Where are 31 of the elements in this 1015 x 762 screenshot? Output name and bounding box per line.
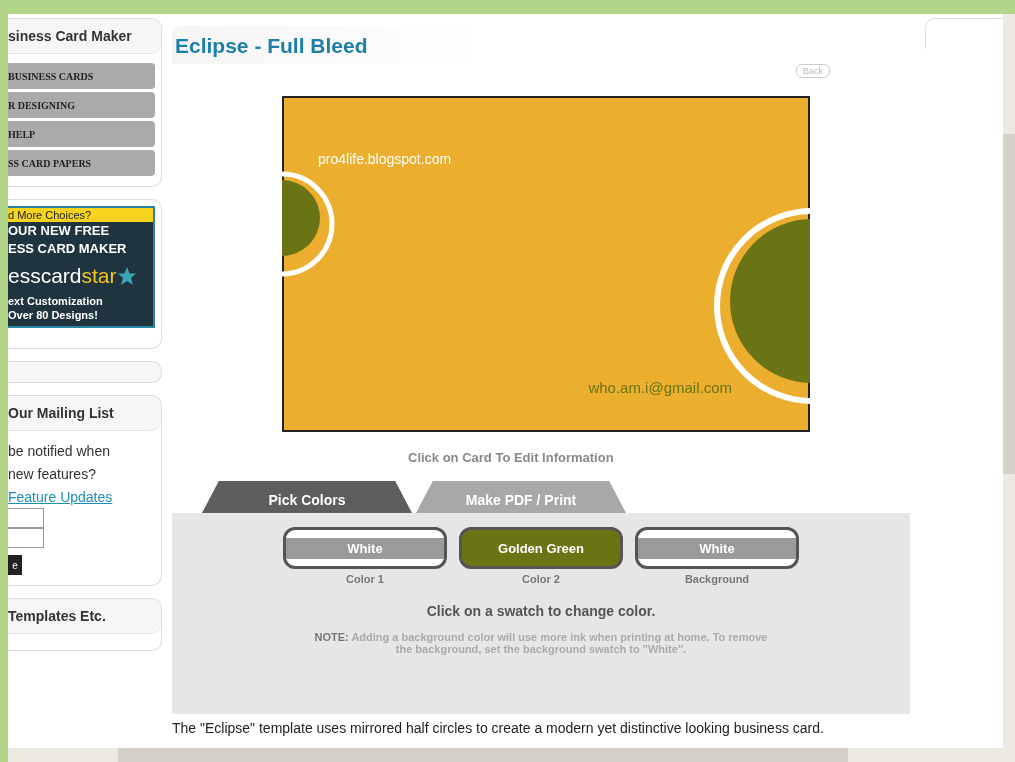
input-field[interactable] xyxy=(8,508,44,528)
swatch-label: Color 1 xyxy=(346,573,384,585)
card-website: pro4life.blogspot.com xyxy=(318,151,452,167)
updates-link[interactable]: Feature Updates xyxy=(8,489,161,505)
swatch-label: Color 2 xyxy=(522,573,560,585)
ad-banner[interactable]: d More Choices? OUR NEW FREE ESS CARD MAKER esscardstar ext Customization Over 80 Designs! xyxy=(8,206,155,328)
color-swatch[interactable]: Golden Green xyxy=(459,527,623,569)
card-caption: Click on Card To Edit Information xyxy=(408,450,615,465)
ad-text: ext Customization xyxy=(8,294,104,308)
description-text: The "Eclipse" template uses mirrored half circles to create a modern yet distinctive looking business card. xyxy=(172,720,825,736)
menu-item[interactable]: R DESIGNING xyxy=(8,92,155,118)
panel-title: Templates Etc. xyxy=(8,599,161,634)
menu-item[interactable]: HELP xyxy=(8,121,155,147)
mailing-text: be notified when new features? xyxy=(8,442,111,484)
note-text: NOTE: Adding a background color will use more ink when printing at home. To remove the background, set the background swatch to "White". xyxy=(313,631,769,655)
menu-item[interactable]: SS CARD PAPERS xyxy=(8,150,155,176)
ad-text: OUR NEW FREE xyxy=(8,222,111,240)
instruction-text: Click on a swatch to change color. xyxy=(426,603,656,619)
tab[interactable]: Pick Colors xyxy=(202,481,412,513)
panel-title: Our Mailing List xyxy=(8,396,161,431)
subscribe-button[interactable]: e xyxy=(8,555,22,575)
swatch-label: Background xyxy=(684,573,750,585)
panel-title: siness Card Maker xyxy=(8,19,161,54)
ad-logo: esscardstar xyxy=(8,258,153,294)
ad-heading: d More Choices? xyxy=(8,208,153,222)
page-title: Eclipse - Full Bleed xyxy=(175,34,369,58)
ad-text: ESS CARD MAKER xyxy=(8,240,128,258)
ad-text: Over 80 Designs! xyxy=(8,308,99,323)
menu-item[interactable]: BUSINESS CARDS xyxy=(8,63,155,89)
input-field[interactable] xyxy=(8,528,44,548)
card-email: who.am.i@gmail.com xyxy=(588,379,732,396)
